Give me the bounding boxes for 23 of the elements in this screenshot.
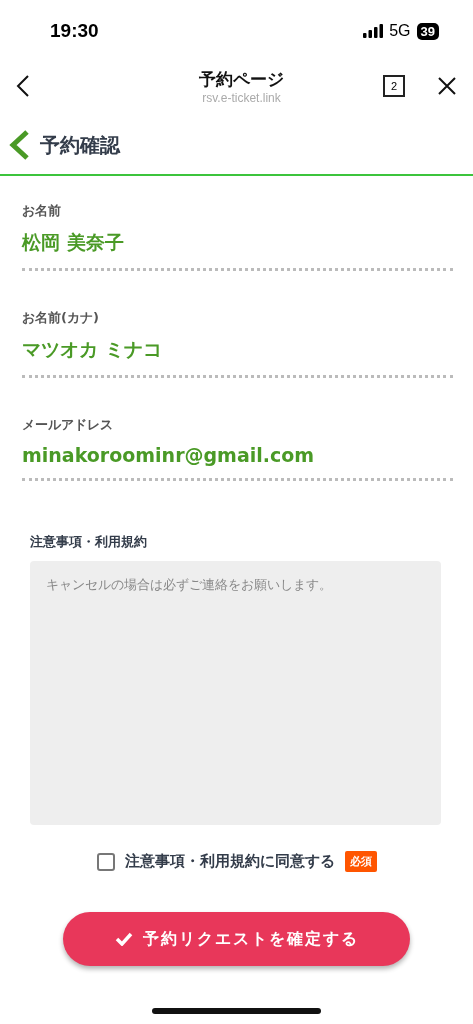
field-value: マツオカ ミナコ bbox=[22, 337, 163, 362]
page-url: rsv.e-ticket.link bbox=[202, 90, 281, 105]
agree-label: 注意事項・利用規約に同意する bbox=[124, 852, 335, 871]
submit-button[interactable]: 予約リクエストを確定する bbox=[63, 912, 410, 966]
status-time: 19:30 bbox=[50, 20, 99, 42]
terms-text-box: キャンセルの場合は必ずご連絡をお願いします。 bbox=[30, 561, 441, 825]
field-label: お名前 bbox=[22, 202, 62, 220]
signal-icon bbox=[363, 24, 384, 38]
field-value: minakoroominr@gmail.com bbox=[22, 444, 316, 466]
section-title: 予約確認 bbox=[40, 131, 120, 159]
terms-title: 注意事項・利用規約 bbox=[30, 533, 148, 551]
close-button[interactable] bbox=[437, 76, 457, 96]
field-label: お名前(カナ) bbox=[22, 309, 100, 327]
page-title: 予約ページ bbox=[199, 67, 284, 91]
battery-level: 39 bbox=[416, 22, 439, 40]
agree-checkbox[interactable] bbox=[96, 852, 115, 871]
network-label: 5G bbox=[389, 22, 411, 40]
back-button[interactable] bbox=[16, 74, 30, 98]
field-value: 松岡 美奈子 bbox=[22, 230, 125, 255]
required-badge: 必須 bbox=[344, 851, 377, 872]
check-icon bbox=[114, 932, 133, 946]
field-label: メールアドレス bbox=[22, 416, 114, 434]
tab-count[interactable]: 2 bbox=[383, 75, 405, 97]
